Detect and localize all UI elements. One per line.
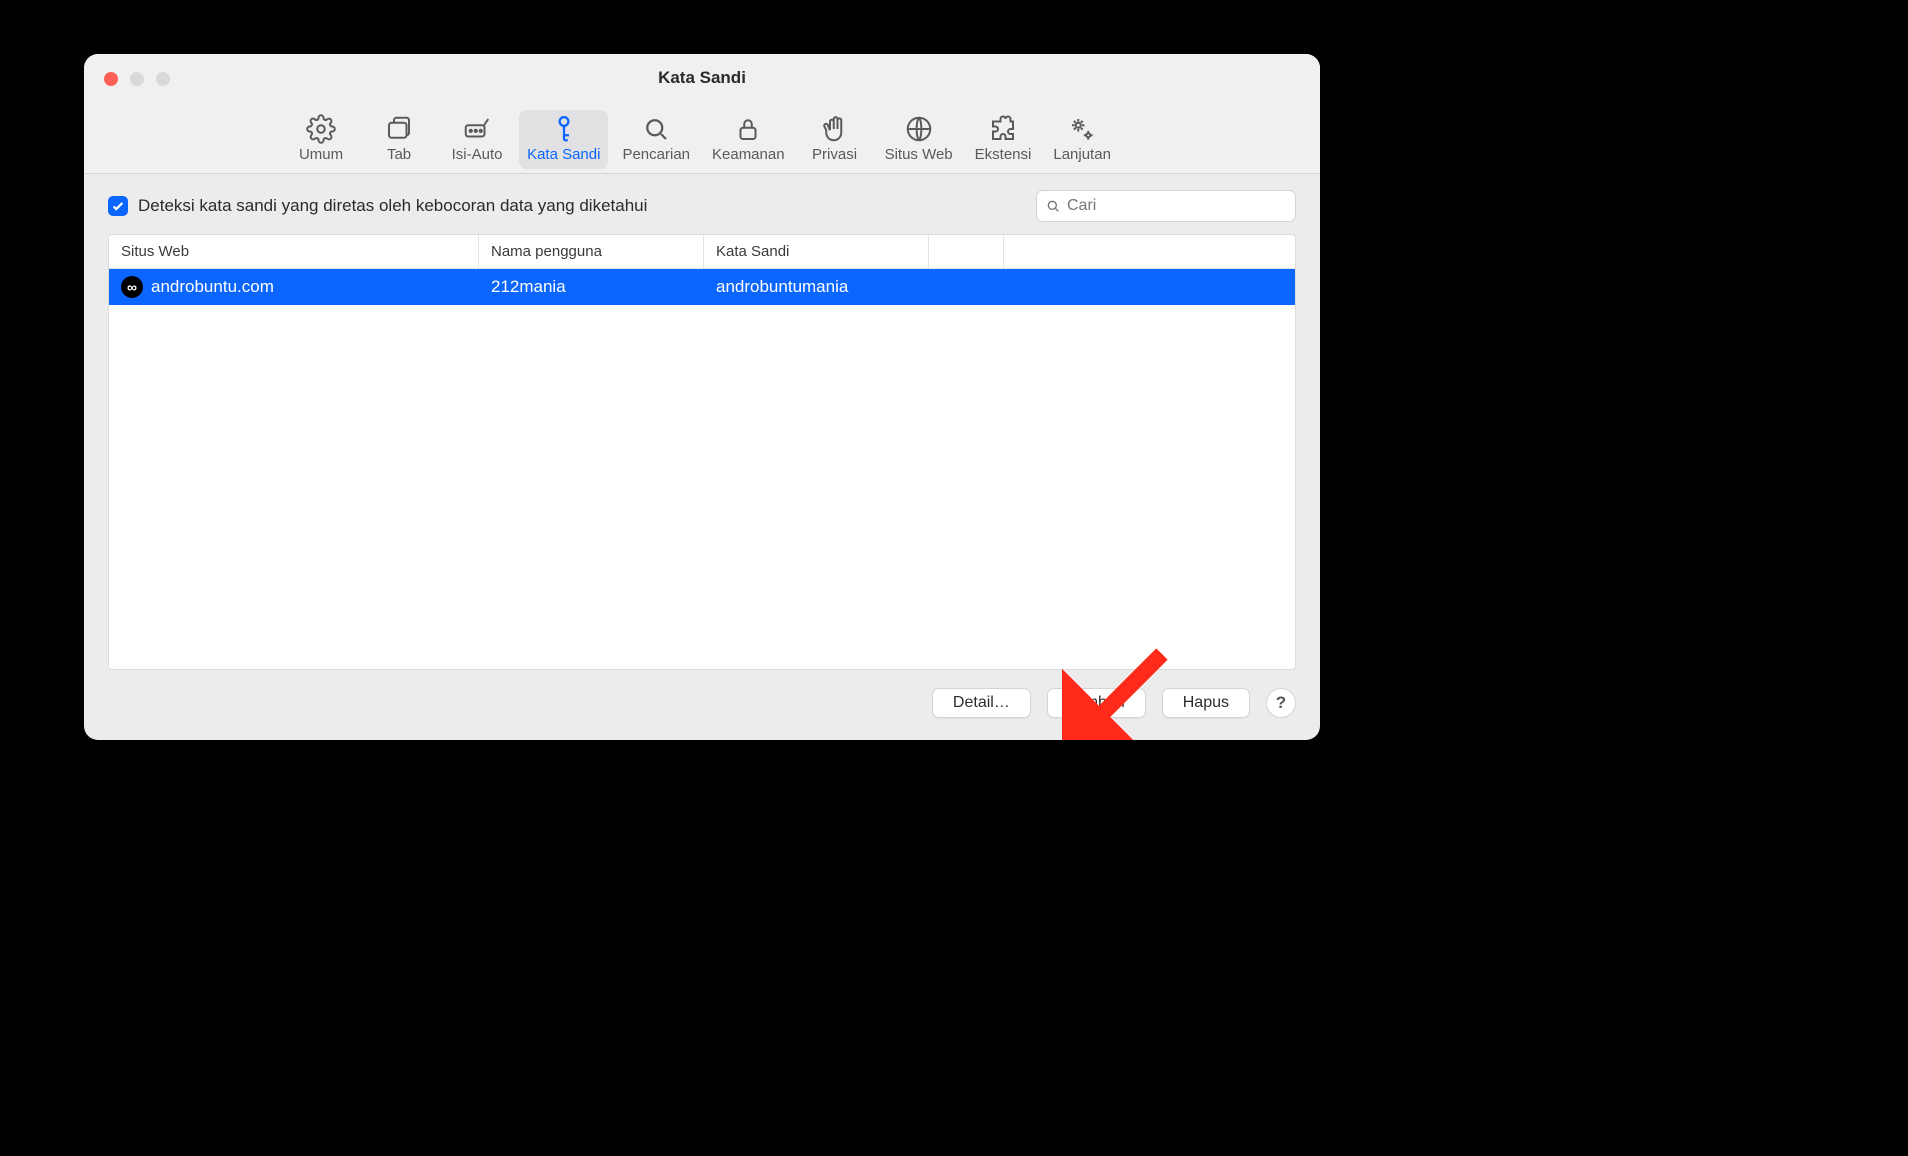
cell-pass: androbuntumania bbox=[704, 277, 929, 297]
table-header: Situs Web Nama pengguna Kata Sandi bbox=[109, 235, 1295, 269]
tab-label: Privasi bbox=[812, 146, 857, 163]
col-header-pass[interactable]: Kata Sandi bbox=[704, 235, 929, 268]
action-buttons: Detail… Tambah Hapus ? bbox=[108, 670, 1296, 728]
top-row: Deteksi kata sandi yang diretas oleh keb… bbox=[108, 190, 1296, 222]
tab-label: Pencarian bbox=[622, 146, 690, 163]
key-icon bbox=[549, 114, 579, 144]
preferences-window: Kata Sandi Umum Tab Isi-Auto Kata Sandi … bbox=[84, 54, 1320, 740]
passwords-table: Situs Web Nama pengguna Kata Sandi ∞ and… bbox=[108, 234, 1296, 670]
tab-isi-auto[interactable]: Isi-Auto bbox=[441, 110, 513, 169]
cell-user: 212mania bbox=[479, 277, 704, 297]
tab-kata-sandi[interactable]: Kata Sandi bbox=[519, 110, 608, 169]
hapus-button[interactable]: Hapus bbox=[1162, 688, 1250, 718]
table-row[interactable]: ∞ androbuntu.com 212mania androbuntumani… bbox=[109, 269, 1295, 305]
tab-privasi[interactable]: Privasi bbox=[799, 110, 871, 169]
tab-situs-web[interactable]: Situs Web bbox=[877, 110, 961, 169]
autofill-icon bbox=[462, 114, 492, 144]
col-header-user[interactable]: Nama pengguna bbox=[479, 235, 704, 268]
tambah-button[interactable]: Tambah bbox=[1047, 688, 1146, 718]
tab-label: Umum bbox=[299, 146, 343, 163]
detect-breach-label: Deteksi kata sandi yang diretas oleh keb… bbox=[138, 196, 647, 216]
tab-label: Keamanan bbox=[712, 146, 785, 163]
tab-pencarian[interactable]: Pencarian bbox=[614, 110, 698, 169]
search-input[interactable] bbox=[1067, 197, 1287, 215]
tab-label: Isi-Auto bbox=[452, 146, 503, 163]
search-icon bbox=[1045, 198, 1061, 214]
preferences-toolbar: Umum Tab Isi-Auto Kata Sandi Pencarian K… bbox=[84, 101, 1320, 173]
detail-button[interactable]: Detail… bbox=[932, 688, 1031, 718]
col-header-extra[interactable] bbox=[929, 235, 1004, 268]
advanced-gears-icon bbox=[1067, 114, 1097, 144]
tab-label: Ekstensi bbox=[975, 146, 1032, 163]
tab-label: Tab bbox=[387, 146, 411, 163]
detect-breach-checkbox[interactable] bbox=[108, 196, 128, 216]
tab-label: Lanjutan bbox=[1053, 146, 1111, 163]
globe-icon bbox=[904, 114, 934, 144]
search-icon bbox=[641, 114, 671, 144]
tab-label: Situs Web bbox=[885, 146, 953, 163]
col-header-site[interactable]: Situs Web bbox=[109, 235, 479, 268]
detect-breach-row: Deteksi kata sandi yang diretas oleh keb… bbox=[108, 196, 647, 216]
col-header-extra[interactable] bbox=[1004, 235, 1295, 268]
lock-icon bbox=[733, 114, 763, 144]
tab-keamanan[interactable]: Keamanan bbox=[704, 110, 793, 169]
search-field[interactable] bbox=[1036, 190, 1296, 222]
tab-umum[interactable]: Umum bbox=[285, 110, 357, 169]
site-favicon-icon: ∞ bbox=[121, 276, 143, 298]
titlebar: Kata Sandi Umum Tab Isi-Auto Kata Sandi … bbox=[84, 54, 1320, 174]
tab-ekstensi[interactable]: Ekstensi bbox=[967, 110, 1040, 169]
tab-lanjutan[interactable]: Lanjutan bbox=[1045, 110, 1119, 169]
tabs-icon bbox=[384, 114, 414, 144]
cell-site-text: androbuntu.com bbox=[151, 277, 274, 297]
content-area: Deteksi kata sandi yang diretas oleh keb… bbox=[84, 174, 1320, 740]
tab-tab[interactable]: Tab bbox=[363, 110, 435, 169]
help-button[interactable]: ? bbox=[1266, 688, 1296, 718]
window-title: Kata Sandi bbox=[84, 68, 1320, 88]
puzzle-icon bbox=[988, 114, 1018, 144]
gear-icon bbox=[306, 114, 336, 144]
cell-site: ∞ androbuntu.com bbox=[109, 276, 479, 298]
tab-label: Kata Sandi bbox=[527, 146, 600, 163]
checkmark-icon bbox=[111, 199, 125, 213]
hand-icon bbox=[820, 114, 850, 144]
